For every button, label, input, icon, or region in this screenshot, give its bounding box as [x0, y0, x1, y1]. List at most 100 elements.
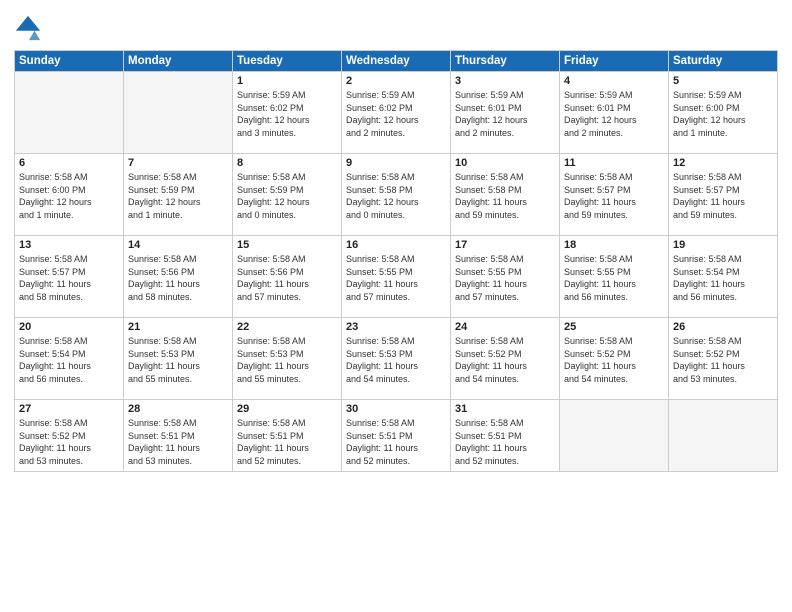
calendar-cell: 14 Sunrise: 5:58 AM Sunset: 5:56 PM Dayli… [124, 236, 233, 318]
day-number: 25 [564, 321, 664, 333]
weekday-header: Tuesday [233, 51, 342, 72]
day-number: 18 [564, 239, 664, 251]
day-info: Sunrise: 5:58 AM Sunset: 5:51 PM Dayligh… [128, 417, 228, 467]
calendar-cell: 11Sunrise: 5:58 AM Sunset: 5:57 PM Dayli… [560, 154, 669, 236]
day-info: Sunrise: 5:59 AM Sunset: 6:01 PM Dayligh… [564, 89, 664, 139]
calendar-cell: 22 Sunrise: 5:58 AM Sunset: 5:53 PM Dayli… [233, 318, 342, 400]
weekday-header: Sunday [15, 51, 124, 72]
day-info: Sunrise: 5:58 AM Sunset: 5:53 PM Dayligh… [346, 335, 446, 385]
day-info: Sunrise: 5:58 AM Sunset: 5:59 PM Dayligh… [237, 171, 337, 221]
day-number: 20 [19, 321, 119, 333]
day-info: Sunrise: 5:58 AM Sunset: 5:58 PM Dayligh… [455, 171, 555, 221]
weekday-header: Monday [124, 51, 233, 72]
calendar-cell: 3 Sunrise: 5:59 AM Sunset: 6:01 PM Daylig… [451, 72, 560, 154]
header [14, 10, 778, 42]
day-info: Sunrise: 5:58 AM Sunset: 5:55 PM Dayligh… [564, 253, 664, 303]
calendar-cell [560, 400, 669, 472]
day-number: 23 [346, 321, 446, 333]
day-info: Sunrise: 5:58 AM Sunset: 5:59 PM Dayligh… [128, 171, 228, 221]
calendar-cell: 28 Sunrise: 5:58 AM Sunset: 5:51 PM Dayli… [124, 400, 233, 472]
calendar-cell: 29Sunrise: 5:58 AM Sunset: 5:51 PM Dayli… [233, 400, 342, 472]
calendar-week-row: 1Sunrise: 5:59 AM Sunset: 6:02 PM Daylig… [15, 72, 778, 154]
calendar-cell: 5 Sunrise: 5:59 AM Sunset: 6:00 PM Daylig… [669, 72, 778, 154]
day-info: Sunrise: 5:59 AM Sunset: 6:02 PM Dayligh… [237, 89, 337, 139]
calendar-cell: 26 Sunrise: 5:58 AM Sunset: 5:52 PM Dayli… [669, 318, 778, 400]
day-number: 31 [455, 403, 555, 415]
calendar-cell [669, 400, 778, 472]
day-info: Sunrise: 5:58 AM Sunset: 5:56 PM Dayligh… [237, 253, 337, 303]
day-info: Sunrise: 5:58 AM Sunset: 5:57 PM Dayligh… [673, 171, 773, 221]
day-info: Sunrise: 5:58 AM Sunset: 5:57 PM Dayligh… [19, 253, 119, 303]
calendar-cell: 24 Sunrise: 5:58 AM Sunset: 5:52 PM Dayli… [451, 318, 560, 400]
day-info: Sunrise: 5:58 AM Sunset: 6:00 PM Dayligh… [19, 171, 119, 221]
day-info: Sunrise: 5:58 AM Sunset: 5:52 PM Dayligh… [455, 335, 555, 385]
day-info: Sunrise: 5:59 AM Sunset: 6:01 PM Dayligh… [455, 89, 555, 139]
calendar-table: SundayMondayTuesdayWednesdayThursdayFrid… [14, 50, 778, 472]
day-number: 22 [237, 321, 337, 333]
day-info: Sunrise: 5:58 AM Sunset: 5:51 PM Dayligh… [455, 417, 555, 467]
day-number: 5 [673, 75, 773, 87]
calendar-cell [124, 72, 233, 154]
day-number: 13 [19, 239, 119, 251]
day-number: 6 [19, 157, 119, 169]
day-number: 27 [19, 403, 119, 415]
calendar-cell [15, 72, 124, 154]
calendar-cell: 19Sunrise: 5:58 AM Sunset: 5:54 PM Dayli… [669, 236, 778, 318]
weekday-header: Saturday [669, 51, 778, 72]
calendar-cell: 6 Sunrise: 5:58 AM Sunset: 6:00 PM Daylig… [15, 154, 124, 236]
calendar-cell: 21Sunrise: 5:58 AM Sunset: 5:53 PM Dayli… [124, 318, 233, 400]
calendar-page: SundayMondayTuesdayWednesdayThursdayFrid… [0, 0, 792, 612]
calendar-week-row: 13 Sunrise: 5:58 AM Sunset: 5:57 PM Dayli… [15, 236, 778, 318]
day-number: 24 [455, 321, 555, 333]
calendar-cell: 23 Sunrise: 5:58 AM Sunset: 5:53 PM Dayli… [342, 318, 451, 400]
calendar-cell: 4Sunrise: 5:59 AM Sunset: 6:01 PM Daylig… [560, 72, 669, 154]
day-number: 28 [128, 403, 228, 415]
calendar-cell: 17 Sunrise: 5:58 AM Sunset: 5:55 PM Dayli… [451, 236, 560, 318]
day-number: 29 [237, 403, 337, 415]
day-info: Sunrise: 5:58 AM Sunset: 5:52 PM Dayligh… [673, 335, 773, 385]
day-number: 12 [673, 157, 773, 169]
day-number: 7 [128, 157, 228, 169]
day-number: 19 [673, 239, 773, 251]
day-info: Sunrise: 5:58 AM Sunset: 5:52 PM Dayligh… [564, 335, 664, 385]
calendar-cell: 10Sunrise: 5:58 AM Sunset: 5:58 PM Dayli… [451, 154, 560, 236]
weekday-header: Thursday [451, 51, 560, 72]
calendar-cell: 25 Sunrise: 5:58 AM Sunset: 5:52 PM Dayli… [560, 318, 669, 400]
day-number: 14 [128, 239, 228, 251]
calendar-cell: 20 Sunrise: 5:58 AM Sunset: 5:54 PM Dayli… [15, 318, 124, 400]
day-number: 26 [673, 321, 773, 333]
calendar-cell: 16 Sunrise: 5:58 AM Sunset: 5:55 PM Dayli… [342, 236, 451, 318]
day-number: 8 [237, 157, 337, 169]
day-info: Sunrise: 5:59 AM Sunset: 6:00 PM Dayligh… [673, 89, 773, 139]
day-info: Sunrise: 5:58 AM Sunset: 5:55 PM Dayligh… [455, 253, 555, 303]
calendar-cell: 13 Sunrise: 5:58 AM Sunset: 5:57 PM Dayli… [15, 236, 124, 318]
day-number: 15 [237, 239, 337, 251]
day-number: 11 [564, 157, 664, 169]
calendar-cell: 8 Sunrise: 5:58 AM Sunset: 5:59 PM Daylig… [233, 154, 342, 236]
calendar-cell: 2Sunrise: 5:59 AM Sunset: 6:02 PM Daylig… [342, 72, 451, 154]
day-info: Sunrise: 5:58 AM Sunset: 5:56 PM Dayligh… [128, 253, 228, 303]
calendar-cell: 27 Sunrise: 5:58 AM Sunset: 5:52 PM Dayli… [15, 400, 124, 472]
day-number: 16 [346, 239, 446, 251]
calendar-cell: 9Sunrise: 5:58 AM Sunset: 5:58 PM Daylig… [342, 154, 451, 236]
logo [14, 14, 46, 42]
day-info: Sunrise: 5:58 AM Sunset: 5:53 PM Dayligh… [237, 335, 337, 385]
day-info: Sunrise: 5:58 AM Sunset: 5:55 PM Dayligh… [346, 253, 446, 303]
calendar-cell: 18 Sunrise: 5:58 AM Sunset: 5:55 PM Dayli… [560, 236, 669, 318]
weekday-header: Friday [560, 51, 669, 72]
calendar-cell: 30Sunrise: 5:58 AM Sunset: 5:51 PM Dayli… [342, 400, 451, 472]
day-info: Sunrise: 5:58 AM Sunset: 5:52 PM Dayligh… [19, 417, 119, 467]
day-number: 17 [455, 239, 555, 251]
weekday-header: Wednesday [342, 51, 451, 72]
logo-icon [14, 14, 42, 42]
day-number: 2 [346, 75, 446, 87]
calendar-week-row: 20 Sunrise: 5:58 AM Sunset: 5:54 PM Dayli… [15, 318, 778, 400]
calendar-cell: 7 Sunrise: 5:58 AM Sunset: 5:59 PM Daylig… [124, 154, 233, 236]
calendar-cell: 12 Sunrise: 5:58 AM Sunset: 5:57 PM Dayli… [669, 154, 778, 236]
calendar-cell: 15 Sunrise: 5:58 AM Sunset: 5:56 PM Dayli… [233, 236, 342, 318]
day-info: Sunrise: 5:58 AM Sunset: 5:54 PM Dayligh… [19, 335, 119, 385]
day-number: 21 [128, 321, 228, 333]
day-number: 3 [455, 75, 555, 87]
day-number: 9 [346, 157, 446, 169]
day-info: Sunrise: 5:58 AM Sunset: 5:51 PM Dayligh… [346, 417, 446, 467]
